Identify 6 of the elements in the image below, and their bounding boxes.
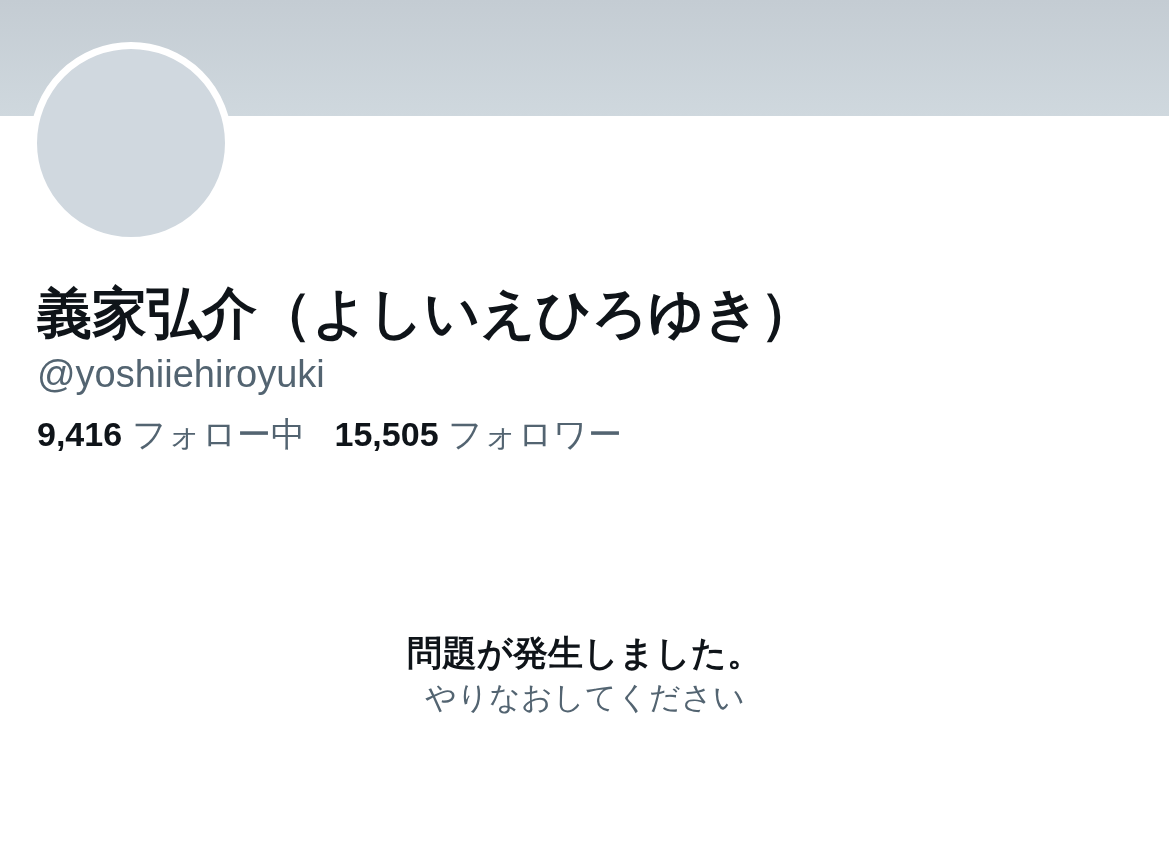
profile-name: 義家弘介（よしいえひろゆき） <box>37 282 816 346</box>
error-title: 問題が発生しました。 <box>407 632 762 675</box>
error-message: やりなおしてください <box>424 679 745 717</box>
stat-link[interactable]: 9,416 フォロー中 <box>37 412 305 456</box>
stat-link[interactable]: 15,505 フォロワー <box>334 412 622 456</box>
profile-handle: @yoshiiehiroyuki <box>37 352 326 398</box>
